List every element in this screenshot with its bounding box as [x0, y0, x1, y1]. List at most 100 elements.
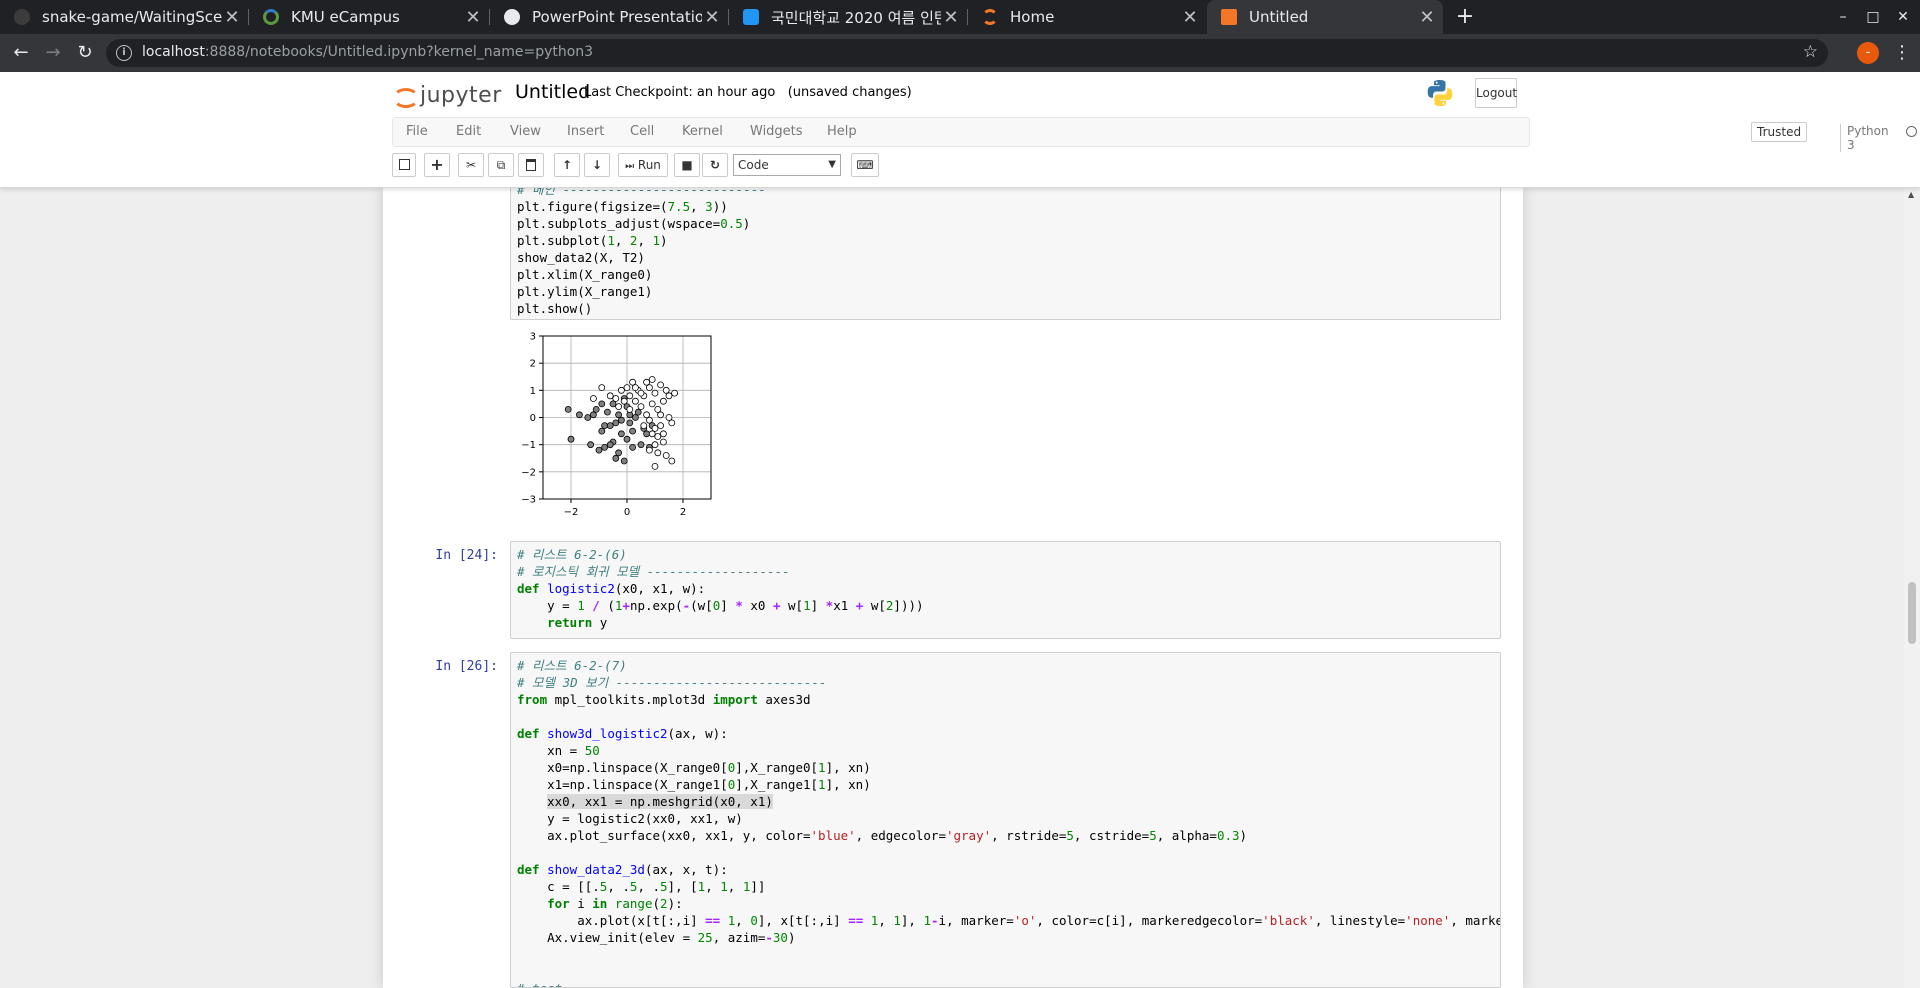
save-icon: [398, 159, 410, 170]
menu-help[interactable]: Help: [827, 124, 857, 139]
data-point-class-0: [634, 408, 642, 416]
menu-view[interactable]: View: [510, 124, 541, 139]
move-up-button[interactable]: ↑: [554, 153, 580, 177]
browser-tab-home[interactable]: Home ✕: [968, 0, 1206, 34]
site-info-icon[interactable]: i: [116, 45, 132, 61]
cell-type-select[interactable]: Code ▼: [733, 154, 841, 176]
notebook-name[interactable]: Untitled: [515, 81, 590, 103]
tab-close-icon[interactable]: ✕: [702, 7, 722, 28]
scroll-up-arrow-icon[interactable]: ▲: [1908, 190, 1914, 199]
browser-tab-snake-game[interactable]: snake-game/WaitingScen ✕: [0, 0, 248, 34]
tab-close-icon[interactable]: ✕: [463, 7, 483, 28]
x-tick-label: 0: [624, 507, 630, 518]
moodle-icon: [263, 9, 279, 25]
browser-tab-untitled[interactable]: Untitled ✕: [1207, 0, 1443, 34]
data-point-class-1: [659, 397, 667, 405]
insert-cell-button[interactable]: +: [424, 153, 450, 177]
browser-menu-icon[interactable]: ⋮: [1893, 42, 1911, 64]
cell-type-value: Code: [738, 158, 769, 172]
data-point-class-1: [648, 400, 656, 408]
data-point-class-1: [612, 395, 620, 402]
tab-close-icon[interactable]: ✕: [1417, 7, 1437, 28]
profile-avatar[interactable]: -: [1857, 42, 1879, 64]
x-tick-label: −2: [564, 507, 579, 518]
data-point-class-1: [632, 384, 639, 391]
browser-tab-powerpoint[interactable]: PowerPoint Presentation ✕: [490, 0, 728, 34]
data-point-class-0: [598, 427, 606, 435]
code-editor[interactable]: # 리스트 6-2-(6) # 로지스틱 회귀 모델 -------------…: [511, 542, 1500, 635]
menu-kernel[interactable]: Kernel: [682, 124, 723, 139]
scatter-plot-output: −2 0 2 3 2 1 0 −1 −2 −3: [521, 332, 712, 518]
logout-button[interactable]: Logout: [1475, 78, 1517, 108]
tab-title: Home: [1010, 8, 1055, 26]
data-point-class-0: [587, 441, 594, 449]
trusted-indicator[interactable]: Trusted: [1751, 122, 1808, 142]
cell-prompt: In [26]:: [435, 659, 498, 674]
data-point-class-0: [595, 446, 603, 454]
data-point-class-1: [651, 389, 659, 397]
run-icon: ⏭: [625, 161, 635, 172]
last-checkpoint: Last Checkpoint: an hour ago: [584, 85, 776, 100]
code-cell-show3d[interactable]: # 리스트 6-2-(7) # 모델 3D 보기 ---------------…: [510, 652, 1501, 988]
browser-tab-kookmin-internship[interactable]: 국민대학교 2020 여름 인턴 프 ✕: [729, 0, 967, 34]
tab-title: PowerPoint Presentation: [532, 8, 702, 26]
cut-button[interactable]: ✂: [458, 153, 484, 177]
bookmark-star-icon[interactable]: ☆: [1803, 42, 1818, 62]
data-point-class-0: [615, 449, 622, 457]
tab-close-icon[interactable]: ✕: [222, 7, 242, 28]
jupyter-logo[interactable]: jupyter: [392, 80, 502, 110]
browser-tab-kmu-ecampus[interactable]: KMU eCampus ✕: [249, 0, 489, 34]
data-point-class-1: [645, 384, 653, 391]
data-point-class-1: [618, 386, 625, 394]
y-tick-label: 3: [530, 332, 536, 343]
menu-widgets[interactable]: Widgets: [750, 124, 803, 139]
menu-cell[interactable]: Cell: [630, 124, 654, 139]
tab-title: 국민대학교 2020 여름 인턴 프: [771, 8, 941, 27]
minimize-button[interactable]: –: [1826, 0, 1860, 34]
window-close-button[interactable]: ✕: [1886, 0, 1920, 34]
tab-close-icon[interactable]: ✕: [1180, 7, 1200, 28]
paste-button[interactable]: [518, 153, 544, 177]
menu-edit[interactable]: Edit: [456, 124, 481, 139]
data-point-class-1: [615, 403, 622, 410]
copy-button[interactable]: ⧉: [488, 153, 514, 177]
address-bar[interactable]: i localhost:8888/notebooks/Untitled.ipyn…: [106, 39, 1828, 67]
scrollbar-thumb[interactable]: [1908, 582, 1916, 644]
code-editor[interactable]: # 메인 --------------------------- plt.fig…: [511, 177, 1500, 319]
y-tick-label: 2: [530, 359, 536, 370]
save-button[interactable]: [392, 153, 416, 177]
data-point-class-1: [640, 422, 648, 429]
interrupt-kernel-button[interactable]: ■: [674, 153, 700, 177]
data-point-class-0: [618, 416, 625, 424]
data-point-class-1: [651, 441, 659, 449]
run-button[interactable]: ⏭ Run: [618, 153, 668, 177]
menu-insert[interactable]: Insert: [567, 124, 604, 139]
back-button[interactable]: ←: [9, 41, 33, 65]
data-point-class-1: [657, 422, 665, 429]
data-point-class-0: [620, 457, 628, 465]
data-point-class-1: [626, 406, 634, 413]
new-tab-button[interactable]: +: [1452, 4, 1478, 30]
data-point-class-0: [567, 435, 575, 443]
data-point-class-1: [648, 376, 656, 383]
browser-tab-strip: snake-game/WaitingScen ✕ KMU eCampus ✕ P…: [0, 0, 1920, 34]
data-point-class-0: [629, 444, 636, 451]
page-scrollbar[interactable]: ▲: [1904, 188, 1920, 988]
command-palette-button[interactable]: ⌨: [851, 153, 879, 177]
code-cell-main[interactable]: # 메인 --------------------------- plt.fig…: [510, 176, 1501, 320]
code-cell-logistic2[interactable]: # 리스트 6-2-(6) # 로지스틱 회귀 모델 -------------…: [510, 541, 1501, 639]
maximize-button[interactable]: □: [1856, 0, 1890, 34]
data-point-class-0: [576, 411, 583, 419]
menu-file[interactable]: File: [406, 124, 428, 139]
tab-close-icon[interactable]: ✕: [941, 7, 961, 28]
restart-kernel-button[interactable]: ↻: [702, 153, 728, 177]
forward-button[interactable]: →: [41, 41, 65, 65]
code-editor[interactable]: # 리스트 6-2-(7) # 모델 3D 보기 ---------------…: [511, 653, 1500, 987]
data-point-class-1: [665, 392, 673, 400]
kernel-name[interactable]: Python 3: [1840, 124, 1889, 152]
url-text[interactable]: localhost:8888/notebooks/Untitled.ipynb?…: [142, 44, 593, 60]
data-point-class-1: [598, 384, 606, 391]
reload-button[interactable]: ↻: [73, 41, 97, 65]
data-point-class-1: [651, 462, 659, 470]
move-down-button[interactable]: ↓: [584, 153, 610, 177]
